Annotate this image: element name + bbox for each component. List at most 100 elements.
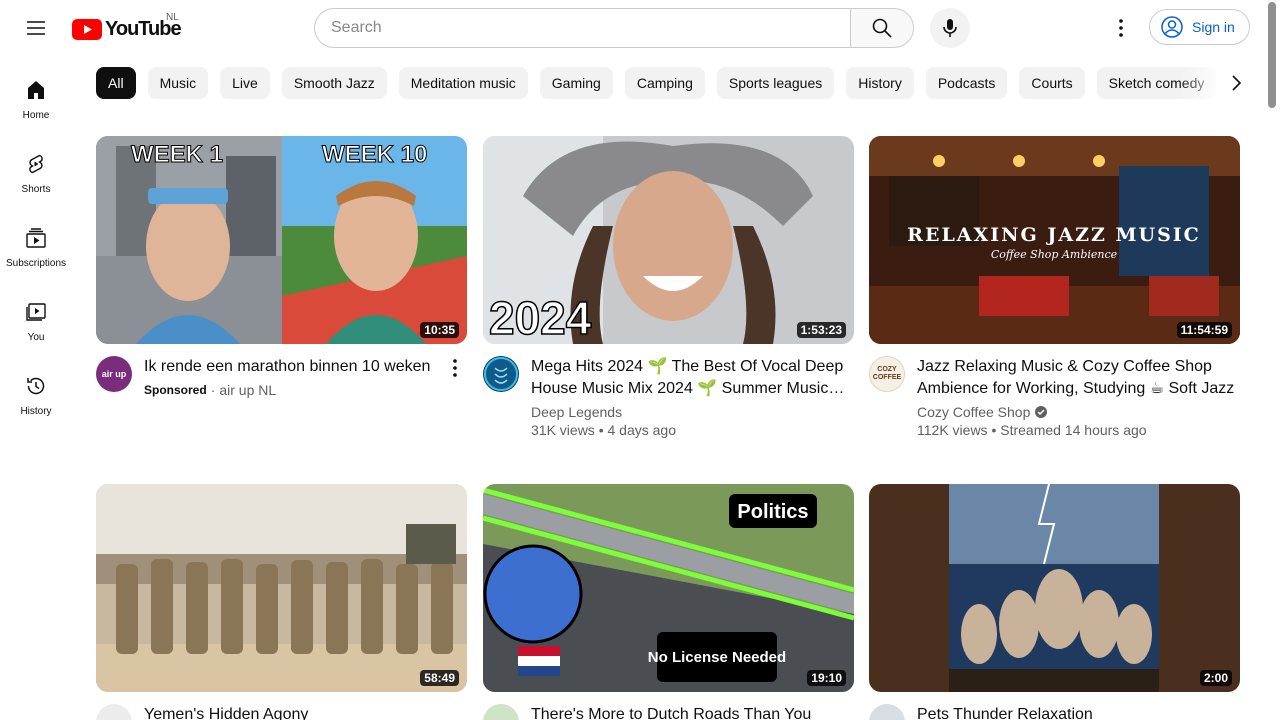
video-action-menu[interactable] bbox=[443, 356, 467, 380]
chevron-right-icon bbox=[1232, 75, 1242, 91]
video-thumbnail[interactable]: 58:49 bbox=[96, 484, 467, 692]
sponsored-label: Sponsored bbox=[144, 383, 207, 397]
more-vertical-icon bbox=[453, 359, 457, 377]
channel-avatar[interactable] bbox=[96, 704, 132, 720]
video-thumbnail[interactable]: 2024 1:53:23 bbox=[483, 136, 854, 344]
search-icon bbox=[872, 18, 892, 38]
mini-guide: Home Shorts Subscriptions You History bbox=[0, 56, 72, 426]
video-card[interactable]: 58:49 Yemen's Hidden Agony bbox=[96, 484, 467, 720]
video-thumbnail[interactable]: 2:00 bbox=[869, 484, 1240, 692]
microphone-icon bbox=[943, 19, 957, 37]
video-thumbnail[interactable]: WEEK 1 WEEK 10 10:35 bbox=[96, 136, 467, 344]
home-icon bbox=[28, 81, 44, 99]
more-vertical-icon bbox=[1119, 19, 1123, 37]
video-card[interactable]: RELAXING JAZZ MUSIC Coffee Shop Ambience… bbox=[869, 136, 1240, 438]
voice-search-button[interactable] bbox=[930, 8, 970, 48]
chip-camping[interactable]: Camping bbox=[624, 67, 705, 99]
chip-history[interactable]: History bbox=[846, 67, 914, 99]
channel-avatar[interactable] bbox=[483, 356, 519, 392]
separator: · bbox=[210, 382, 216, 398]
duration-badge: 11:54:59 bbox=[1176, 322, 1232, 338]
sidebar-item-label: Shorts bbox=[21, 184, 51, 195]
sidebar-item-home[interactable]: Home bbox=[0, 56, 72, 130]
scrollbar-thumb[interactable] bbox=[1268, 2, 1276, 108]
duration-badge: 10:35 bbox=[420, 322, 459, 338]
chip-meditation-music[interactable]: Meditation music bbox=[398, 67, 528, 99]
sidebar-item-label: Subscriptions bbox=[5, 258, 67, 269]
chip-bar: All Music Live Smooth Jazz Meditation mu… bbox=[96, 67, 1244, 99]
page-scrollbar[interactable] bbox=[1264, 0, 1280, 720]
thumb-label-no-license: No License Needed bbox=[648, 649, 786, 666]
video-thumbnail[interactable]: Politics No License Needed 19:10 bbox=[483, 484, 854, 692]
search-input[interactable] bbox=[314, 8, 850, 48]
sidebar-item-label: Home bbox=[22, 110, 50, 121]
sidebar-item-shorts[interactable]: Shorts bbox=[0, 130, 72, 204]
chip-music[interactable]: Music bbox=[147, 67, 209, 99]
video-thumbnail[interactable]: RELAXING JAZZ MUSIC Coffee Shop Ambience… bbox=[869, 136, 1240, 344]
video-title[interactable]: Mega Hits 2024 🌱 The Best Of Vocal Deep … bbox=[531, 356, 854, 400]
duration-badge: 2:00 bbox=[1199, 670, 1232, 686]
video-title[interactable]: Pets Thunder Relaxation bbox=[917, 704, 1240, 720]
video-stats: 112K views • Streamed 14 hours ago bbox=[917, 422, 1147, 438]
video-title[interactable]: Yemen's Hidden Agony bbox=[144, 704, 467, 720]
avatar-text: air up bbox=[101, 369, 127, 379]
video-stats: 31K views • 4 days ago bbox=[531, 422, 676, 438]
youtube-play-icon bbox=[72, 19, 102, 40]
chip-podcasts[interactable]: Podcasts bbox=[925, 67, 1008, 99]
chip-scroll-next-button[interactable] bbox=[1220, 67, 1252, 99]
chip-sports-leagues[interactable]: Sports leagues bbox=[716, 67, 835, 99]
shorts-icon bbox=[29, 154, 43, 174]
settings-menu-button[interactable] bbox=[1101, 8, 1141, 48]
youtube-logo[interactable]: YouTube bbox=[72, 18, 182, 41]
thumb-text-2024: 2024 bbox=[489, 292, 592, 344]
video-card[interactable]: 2024 1:53:23 Mega Hits 2024 🌱 The Best O… bbox=[483, 136, 854, 438]
subscriptions-icon bbox=[26, 228, 46, 248]
sidebar-item-you[interactable]: You bbox=[0, 278, 72, 352]
thumb-label-politics: Politics bbox=[737, 501, 808, 523]
sign-in-label: Sign in bbox=[1192, 19, 1235, 35]
video-card[interactable]: 2:00 Pets Thunder Relaxation bbox=[869, 484, 1240, 720]
history-icon bbox=[27, 377, 45, 395]
chip-courts[interactable]: Courts bbox=[1019, 67, 1085, 99]
duration-badge: 1:53:23 bbox=[796, 322, 846, 338]
hamburger-icon bbox=[27, 21, 45, 35]
sidebar-item-subscriptions[interactable]: Subscriptions bbox=[0, 204, 72, 278]
channel-avatar[interactable] bbox=[483, 704, 519, 720]
duration-badge: 19:10 bbox=[807, 670, 846, 686]
channel-avatar[interactable] bbox=[869, 704, 905, 720]
channel-avatar[interactable]: air up bbox=[96, 356, 132, 392]
channel-name[interactable]: Cozy Coffee Shop bbox=[917, 404, 1030, 420]
chip-live[interactable]: Live bbox=[220, 67, 270, 99]
thumb-text-title: RELAXING JAZZ MUSIC bbox=[907, 224, 1201, 246]
video-title[interactable]: Jazz Relaxing Music & Cozy Coffee Shop A… bbox=[917, 356, 1240, 400]
avatar-text: COZY COFFEE bbox=[872, 366, 902, 381]
account-circle-icon bbox=[1161, 16, 1183, 38]
thumbnail-image: 2024 bbox=[483, 136, 854, 344]
verified-badge-icon bbox=[1035, 406, 1048, 418]
video-card[interactable]: WEEK 1 WEEK 10 10:35 air up Ik rende een… bbox=[96, 136, 467, 398]
chip-smooth-jazz[interactable]: Smooth Jazz bbox=[281, 67, 387, 99]
duration-badge: 58:49 bbox=[420, 670, 459, 686]
thumb-text-subtitle: Coffee Shop Ambience bbox=[991, 248, 1118, 261]
country-code: NL bbox=[166, 12, 179, 23]
sidebar-item-history[interactable]: History bbox=[0, 352, 72, 426]
video-card[interactable]: Politics No License Needed 19:10 There's… bbox=[483, 484, 854, 720]
menu-button[interactable] bbox=[16, 8, 56, 48]
channel-avatar[interactable]: COZY COFFEE bbox=[869, 356, 905, 392]
thumbnail-image: Politics No License Needed bbox=[483, 484, 854, 692]
chip-all[interactable]: All bbox=[96, 67, 136, 99]
you-library-icon bbox=[26, 303, 46, 321]
thumb-text-week10: WEEK 10 bbox=[322, 141, 427, 168]
search-button[interactable] bbox=[850, 8, 914, 48]
sidebar-item-label: History bbox=[20, 406, 52, 417]
video-title[interactable]: There's More to Dutch Roads Than You Thi… bbox=[531, 704, 854, 720]
thumbnail-image: RELAXING JAZZ MUSIC Coffee Shop Ambience bbox=[869, 136, 1240, 344]
video-title[interactable]: Ik rende een marathon binnen 10 weken bbox=[144, 356, 439, 378]
sign-in-button[interactable]: Sign in bbox=[1149, 9, 1250, 45]
channel-name[interactable]: air up NL bbox=[219, 382, 276, 398]
deep-legends-logo-icon bbox=[484, 357, 518, 391]
chip-gaming[interactable]: Gaming bbox=[539, 67, 613, 99]
masthead: YouTube NL Sign in bbox=[0, 0, 1264, 56]
channel-name[interactable]: Deep Legends bbox=[531, 404, 622, 420]
thumbnail-image bbox=[869, 484, 1240, 692]
